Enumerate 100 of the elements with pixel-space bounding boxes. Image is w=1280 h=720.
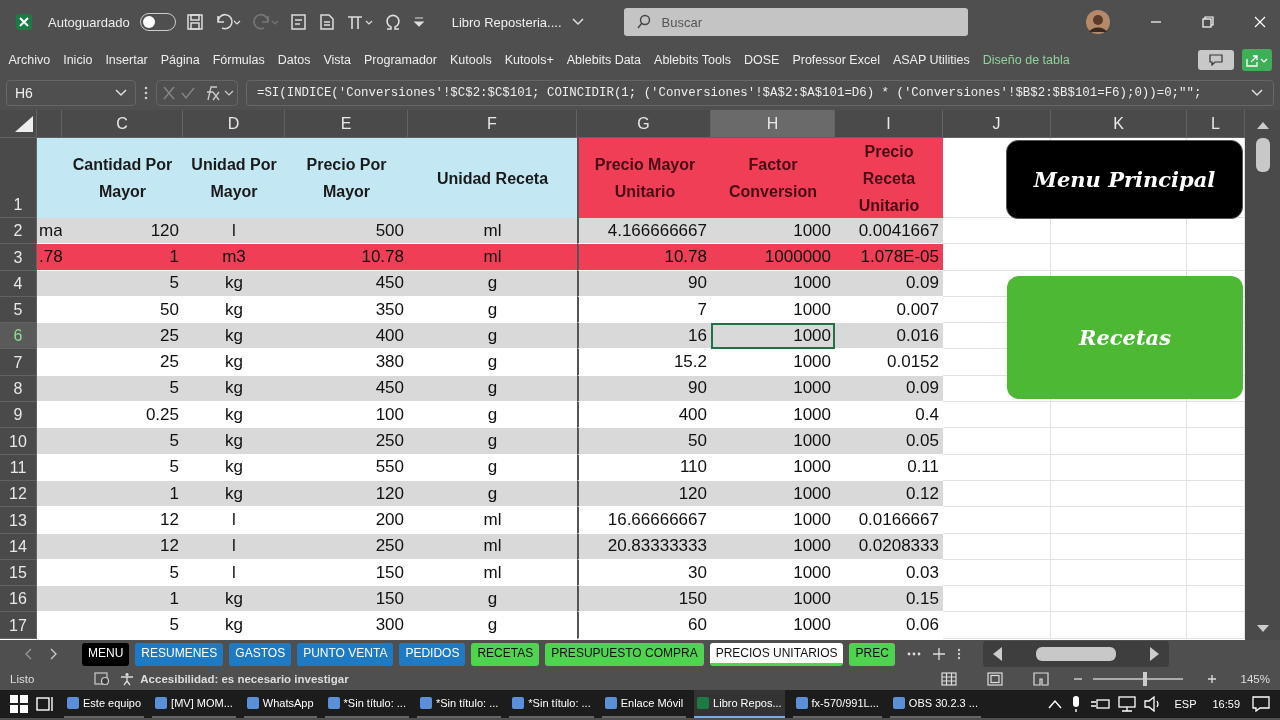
next-sheet-icon[interactable]	[50, 648, 58, 660]
column-header[interactable]: H	[711, 110, 835, 138]
scroll-thumb[interactable]	[1035, 647, 1116, 661]
row-header[interactable]: 14	[0, 533, 37, 560]
customize-toolbar-icon[interactable]	[411, 15, 426, 29]
row-header[interactable]: 17	[0, 612, 37, 639]
form-icon[interactable]	[289, 13, 308, 31]
column-header[interactable]: E	[285, 110, 408, 138]
page-layout-icon[interactable]	[986, 672, 1003, 686]
clock[interactable]: 16:59	[1212, 698, 1240, 710]
ribbon-tab[interactable]: DOSE	[737, 53, 786, 67]
sheet-tab[interactable]: MENU	[82, 642, 130, 666]
taskbar-item[interactable]: OBS 30.2.3 ...	[889, 690, 981, 718]
ribbon-tab[interactable]: Datos	[271, 53, 317, 67]
ribbon-tab[interactable]: Página	[154, 53, 207, 67]
column-header[interactable]: C	[62, 110, 183, 138]
taskbar-item[interactable]: Este equipo	[64, 690, 145, 718]
save-icon[interactable]	[185, 13, 204, 31]
sheet-tab[interactable]: GASTOS	[229, 642, 292, 666]
zoom-level[interactable]: 145%	[1240, 673, 1270, 685]
add-sheet-icon[interactable]	[932, 648, 945, 660]
column-header[interactable]: F	[408, 110, 577, 138]
row-header[interactable]: 13	[0, 507, 37, 534]
ribbon-tab[interactable]: Inicio	[56, 53, 99, 67]
more-sheets-icon[interactable]	[906, 652, 921, 656]
page-break-icon[interactable]	[1032, 672, 1049, 686]
sheet-tab[interactable]: PRESUPUESTO COMPRA	[545, 642, 704, 666]
ribbon-tab[interactable]: Vista	[316, 53, 358, 67]
scroll-thumb[interactable]	[1255, 138, 1270, 172]
close-icon[interactable]	[1254, 16, 1266, 28]
accessibility-icon[interactable]	[120, 672, 135, 686]
more-options-icon[interactable]	[956, 648, 961, 660]
row-header[interactable]: 6	[0, 323, 37, 350]
ribbon-tab[interactable]: Ablebits Data	[560, 53, 648, 67]
row-header[interactable]: 7	[0, 349, 37, 376]
power-icon[interactable]	[1090, 697, 1111, 711]
column-header[interactable]: J	[943, 110, 1051, 138]
taskbar-item[interactable]: *Sin título: ...	[509, 690, 594, 718]
row-header[interactable]: 4	[0, 270, 37, 297]
taskbar-item[interactable]: Libro Repos...	[694, 690, 785, 718]
select-all-button[interactable]	[0, 110, 37, 138]
scroll-right-icon[interactable]	[1148, 646, 1161, 662]
row-header[interactable]: 15	[0, 559, 37, 587]
omega-symbol-icon[interactable]	[383, 13, 402, 31]
ribbon-tab[interactable]: Diseño de tabla	[976, 53, 1077, 67]
row-header[interactable]: 9	[0, 402, 37, 429]
vertical-scrollbar[interactable]	[1245, 110, 1280, 640]
ribbon-tab[interactable]: Professor Excel	[785, 53, 887, 67]
previous-sheet-icon[interactable]	[24, 648, 32, 660]
formula-field[interactable]: =SI(INDICE('Conversiones'!$C$2:$C$101; COINCIDIR(1; ('Conversiones'!$A$2:$A$101=D6) * ('Conversiones'!$B$2:$B$101=F6);0))=0;"";	[246, 80, 1274, 106]
ribbon-tab[interactable]: ASAP Utilities	[886, 53, 977, 67]
formula-buttons-icon[interactable]	[156, 80, 238, 106]
row-header[interactable]: 11	[0, 454, 37, 481]
column-header[interactable]: K	[1051, 110, 1187, 138]
search-field[interactable]: Buscar	[623, 8, 968, 36]
zoom-in-icon[interactable]	[1206, 674, 1217, 684]
comments-button[interactable]	[1198, 50, 1234, 70]
chevron-up-icon[interactable]	[1048, 699, 1063, 709]
row-header[interactable]: 10	[0, 428, 37, 455]
document-icon[interactable]	[317, 13, 336, 31]
normal-view-icon[interactable]	[940, 672, 957, 686]
taskbar-item[interactable]: [MV] MOM...	[152, 690, 236, 718]
ribbon-tab[interactable]: Fórmulas	[206, 53, 272, 67]
scroll-down-icon[interactable]	[1255, 624, 1270, 634]
taskbar-item[interactable]: Enlace Móvil	[601, 690, 687, 718]
more-icon[interactable]	[144, 86, 148, 100]
sheet-tab[interactable]: PEDIDOS	[399, 642, 466, 666]
taskbar-item[interactable]: fx-570/991L...	[792, 690, 882, 718]
share-button[interactable]	[1242, 49, 1272, 71]
taskbar-item[interactable]: *Sin título: ...	[416, 690, 502, 718]
sheet-tab[interactable]: RECETAS	[471, 642, 540, 666]
caret-icon[interactable]	[571, 18, 584, 26]
document-title[interactable]: Libro Reposteria....	[451, 14, 562, 30]
sheet-tab[interactable]: PRECIOS UNITARIOS	[709, 642, 844, 666]
row-header[interactable]: 1	[0, 138, 37, 218]
column-header[interactable]: I	[835, 110, 943, 138]
language-indicator[interactable]: ESP	[1174, 698, 1197, 710]
ribbon-tab[interactable]: Kutools	[443, 53, 499, 67]
avatar-icon[interactable]	[1086, 10, 1110, 34]
shape-button[interactable]: Menu Principal	[1006, 140, 1243, 219]
taskbar-item[interactable]: *Sin título: ...	[324, 690, 409, 718]
ribbon-tab[interactable]: Programador	[357, 53, 444, 67]
scroll-up-icon[interactable]	[1255, 120, 1270, 130]
ribbon-tab[interactable]: Insertar	[98, 53, 155, 67]
accessibility-status[interactable]: Accesibilidad: es necesario investigar	[140, 673, 349, 685]
pi-symbol-icon[interactable]	[345, 13, 374, 31]
ribbon-tab[interactable]: Kutools+	[498, 53, 561, 67]
column-header[interactable]: G	[577, 110, 711, 138]
task-view-icon[interactable]	[36, 695, 54, 713]
network-icon[interactable]	[1118, 696, 1137, 712]
row-header[interactable]: 16	[0, 586, 37, 613]
column-header[interactable]: D	[183, 110, 285, 138]
start-icon[interactable]	[10, 695, 28, 713]
restore-icon[interactable]	[1202, 16, 1214, 28]
row-header[interactable]: 3	[0, 244, 37, 271]
row-header[interactable]: 5	[0, 296, 37, 324]
sheet-tab[interactable]: RESUMENES	[135, 642, 224, 666]
taskbar-item[interactable]: WhatsApp	[243, 690, 317, 718]
column-header[interactable]: L	[1187, 110, 1245, 138]
horizontal-scrollbar[interactable]	[982, 641, 1169, 667]
